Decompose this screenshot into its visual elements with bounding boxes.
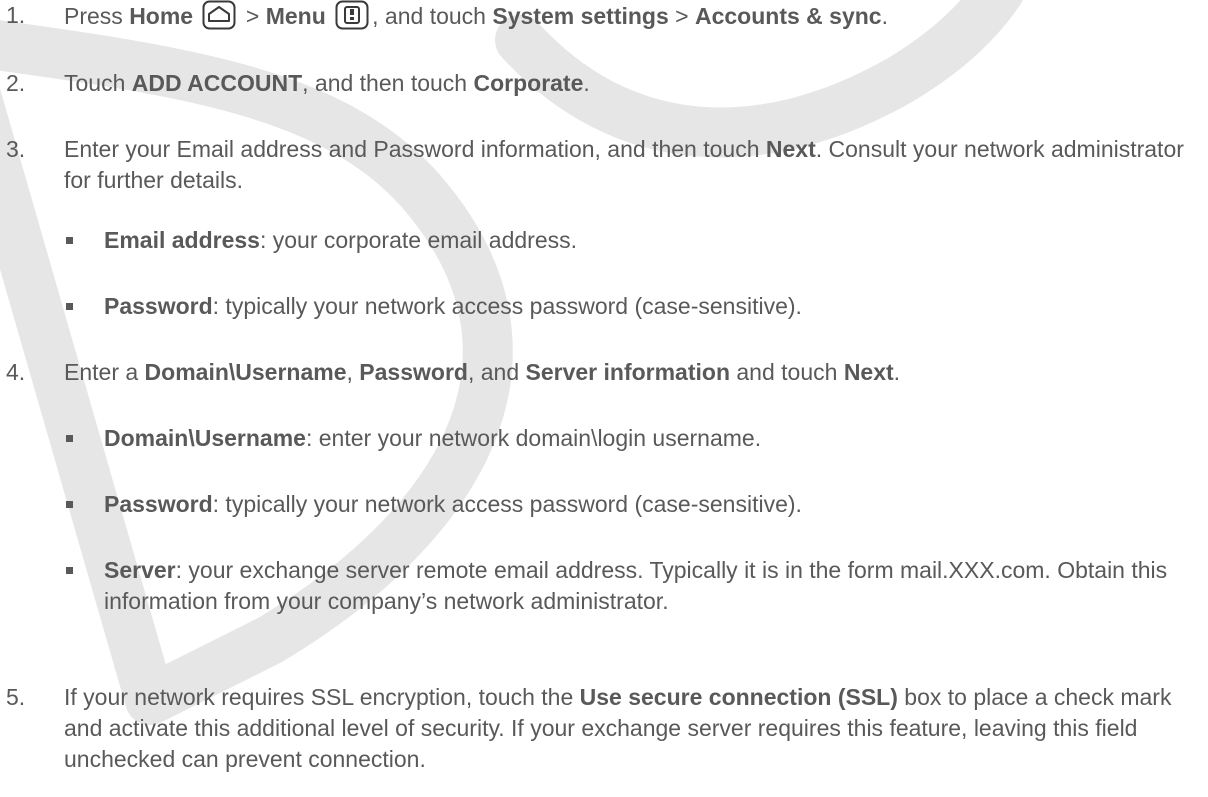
bullet-text: Server: your exchange server remote emai…: [104, 557, 1168, 614]
bullet-icon: [66, 567, 73, 574]
step-text: Enter your Email address and Password in…: [64, 136, 1184, 193]
step-text: Enter a Domain\Username, Password, and S…: [64, 359, 901, 385]
bullet-icon: [66, 303, 73, 310]
draft-watermark: [0, 0, 1023, 725]
step-number: 5.: [6, 684, 26, 710]
bullet-text: Password: typically your network access …: [104, 293, 802, 319]
bullet-icon: [66, 435, 73, 442]
bullet-text: Domain\Username: enter your network doma…: [104, 425, 762, 451]
home-key-icon: [202, 0, 236, 38]
step-number: 1.: [6, 2, 26, 28]
bullet-text: Password: typically your network access …: [104, 491, 802, 517]
step-number: 4.: [6, 359, 26, 385]
menu-key-icon: [335, 0, 369, 38]
step-number: 2.: [6, 70, 26, 96]
step-text: If your network requires SSL encryption,…: [64, 684, 1172, 772]
step-text: Touch ADD ACCOUNT, and then touch Corpor…: [64, 70, 590, 96]
bullet-text: Email address: your corporate email addr…: [104, 227, 578, 253]
bullet-icon: [66, 237, 73, 244]
bullet-icon: [66, 501, 73, 508]
step-number: 3.: [6, 136, 26, 162]
step-text: Press Home > Menu , and touch System set…: [64, 0, 1194, 38]
